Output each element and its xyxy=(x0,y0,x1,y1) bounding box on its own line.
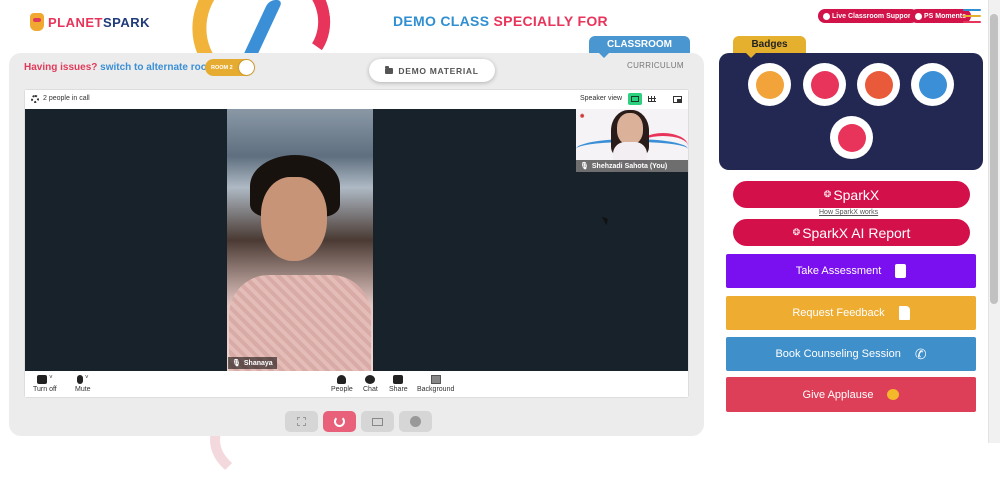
moments-icon xyxy=(915,12,922,20)
share-screen-icon xyxy=(393,375,404,384)
people-count: 2 people in call xyxy=(43,95,90,102)
robot-badge-icon[interactable] xyxy=(830,116,873,159)
menu-icon[interactable] xyxy=(963,9,981,23)
screen-button[interactable] xyxy=(361,411,394,432)
tab-classroom[interactable]: CLASSROOM xyxy=(589,36,690,54)
people-icon xyxy=(337,375,347,384)
picture-in-picture-button[interactable] xyxy=(670,93,684,105)
camera-icon xyxy=(37,375,48,384)
call-controls-bar: ˅ Turn off ˅ Mute People Chat Share Backgr… xyxy=(25,371,688,397)
classroom-bottom-controls xyxy=(285,411,432,432)
clap-icon xyxy=(887,389,900,400)
sparkx-button[interactable]: ❂ SparkX xyxy=(733,181,970,208)
request-feedback-button[interactable]: Request Feedback xyxy=(726,296,976,330)
rocket-badge-icon[interactable] xyxy=(857,63,900,106)
speaker-view-button[interactable] xyxy=(628,93,642,105)
support-icon xyxy=(823,12,830,20)
logo-icon xyxy=(30,13,44,31)
video-call-header: 2 people in call Speaker view xyxy=(25,90,688,109)
clipboard-icon xyxy=(895,264,907,278)
background-icon xyxy=(430,375,441,384)
take-assessment-button[interactable]: Take Assessment xyxy=(726,254,976,288)
tab-curriculum[interactable]: CURRICULUM xyxy=(627,61,684,70)
room-toggle[interactable]: ROOM 2 xyxy=(205,59,255,76)
participant-face xyxy=(261,177,327,261)
document-icon xyxy=(898,306,910,320)
speaker-view-label: Speaker view xyxy=(580,95,623,102)
grid-view-button[interactable] xyxy=(645,93,659,105)
microphone-icon: 🎙 xyxy=(580,163,589,170)
speaker-view-icon xyxy=(631,96,639,102)
pip-brand-mark: ◉ xyxy=(580,113,585,119)
tab-badges[interactable]: Badges xyxy=(733,36,806,54)
planetspark-logo[interactable]: PLANETSPARK xyxy=(30,13,150,31)
page-title: DEMO CLASS SPECIALLY FOR xyxy=(393,13,608,29)
chevron-down-icon: ˅ xyxy=(49,375,53,381)
trophy-badge-icon[interactable] xyxy=(748,63,791,106)
live-classroom-support-button[interactable]: Live Classroom Support xyxy=(818,9,918,23)
how-sparkx-works-link[interactable]: How SparkX works xyxy=(819,209,878,216)
switch-room-link[interactable]: switch to alternate room xyxy=(100,62,216,73)
pip-icon xyxy=(672,95,682,103)
folder-icon xyxy=(385,65,394,74)
people-button[interactable]: People xyxy=(331,375,353,393)
self-name-tag: 🎙 Shehzadi Sahota (You) xyxy=(576,160,688,172)
microphone-icon xyxy=(77,375,84,384)
give-applause-button[interactable]: Give Applause xyxy=(726,377,976,412)
scrollbar-thumb[interactable] xyxy=(990,14,998,304)
sparkx-icon: ❂ xyxy=(823,189,832,199)
chevron-down-icon: ˅ xyxy=(85,375,89,381)
power-icon xyxy=(334,416,345,427)
demo-material-button[interactable]: DEMO MATERIAL xyxy=(369,59,495,82)
ps-moments-button[interactable]: PS Moments xyxy=(910,9,972,23)
main-participant-name-tag: 🎙 Shanaya xyxy=(228,357,277,369)
mute-button[interactable]: ˅ Mute xyxy=(75,375,91,393)
grid-view-icon xyxy=(648,96,656,102)
phone-icon: ✆ xyxy=(914,346,927,362)
background-button[interactable]: Background xyxy=(417,375,454,393)
palette-button[interactable] xyxy=(399,411,432,432)
chat-icon xyxy=(365,375,376,384)
fullscreen-icon xyxy=(297,417,306,426)
brain-badge-icon[interactable] xyxy=(911,63,954,106)
issues-message: Having issues? switch to alternate room xyxy=(24,62,216,73)
screen-icon xyxy=(372,417,383,426)
hands-badge-icon[interactable] xyxy=(803,63,846,106)
chat-button[interactable]: Chat xyxy=(363,375,378,393)
settings-icon[interactable] xyxy=(31,95,39,103)
badges-tab-notch xyxy=(746,53,756,58)
share-button[interactable]: Share xyxy=(389,375,408,393)
fullscreen-button[interactable] xyxy=(285,411,318,432)
tab-notch xyxy=(599,53,609,58)
book-counseling-session-button[interactable]: Book Counseling Session ✆ xyxy=(726,337,976,371)
decorative-stripe xyxy=(241,0,283,60)
palette-icon xyxy=(410,416,421,427)
end-class-button[interactable] xyxy=(323,411,356,432)
sparkx-ai-report-button[interactable]: ❂ SparkX AI Report xyxy=(733,219,970,246)
toggle-knob xyxy=(239,60,254,75)
microphone-icon: 🎙 xyxy=(232,360,241,367)
camera-toggle-button[interactable]: ˅ Turn off xyxy=(33,375,57,393)
self-face xyxy=(617,113,643,145)
sparkx-icon: ❂ xyxy=(792,227,801,237)
